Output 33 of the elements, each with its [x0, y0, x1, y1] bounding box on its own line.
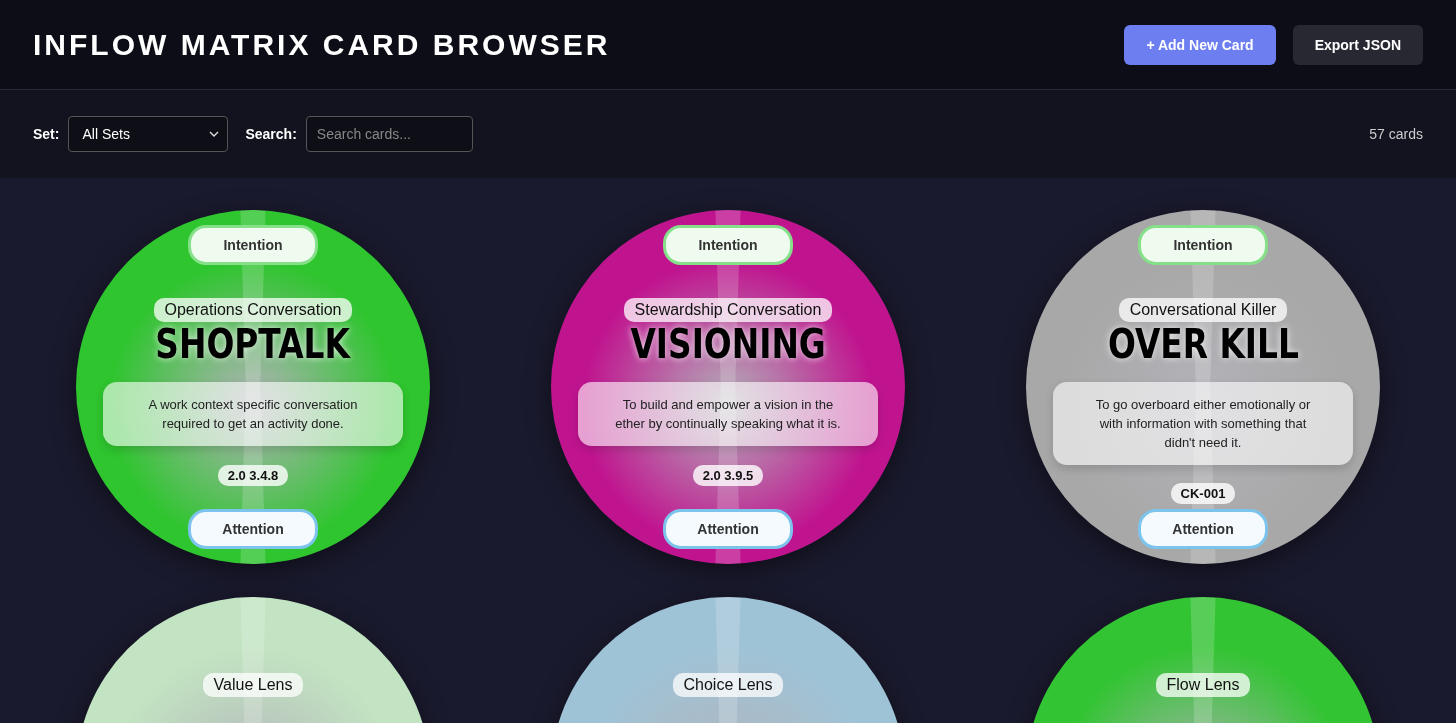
- category-label: Operations Conversation: [153, 298, 353, 322]
- search-field[interactable]: Search cards...: [305, 116, 473, 152]
- card[interactable]: Intention Stewardship Conversation VISIONING To build and empower a vision in the ether by continually speaking what it is. 2.0 3.9.5 Attention: [551, 210, 905, 564]
- app-title: INFLOW MATRIX CARD BROWSER: [33, 27, 611, 62]
- add-card-button[interactable]: + Add New Card: [1124, 24, 1276, 65]
- attention-label: Attention: [1138, 509, 1268, 549]
- attention-label: Attention: [188, 509, 318, 549]
- card-title: SHOPTALK: [155, 324, 351, 364]
- card-description: To go overboard either emotionally or with information with something that didn't need it.: [1053, 382, 1353, 465]
- category-label: Conversational Killer: [1118, 298, 1288, 322]
- category-label: Value Lens: [202, 673, 304, 697]
- intention-label: Intention: [188, 225, 318, 265]
- category-label: Stewardship Conversation: [623, 298, 833, 322]
- set-dropdown[interactable]: All Sets: [68, 116, 229, 152]
- card-code: 2.0 3.9.5: [692, 465, 764, 486]
- set-label: Set:: [33, 126, 60, 142]
- card-code: 2.0 3.4.8: [217, 465, 289, 486]
- chevron-icon: [209, 131, 220, 137]
- card-title: VISIONING: [630, 324, 826, 364]
- card-description: To build and empower a vision in the ether by continually speaking what it is.: [578, 382, 878, 446]
- card-count: 57 cards: [1369, 126, 1423, 142]
- category-label: Choice Lens: [672, 673, 784, 697]
- card-description: A work context specific conversation required to get an activity done.: [103, 382, 403, 446]
- category-label: Flow Lens: [1155, 673, 1251, 697]
- card[interactable]: Intention Conversational Killer OVER KILL To go overboard either emotionally or with information with something that didn't need it. CK-001 Attention: [1026, 210, 1380, 564]
- attention-label: Attention: [663, 509, 793, 549]
- export-button[interactable]: Export JSON: [1292, 24, 1423, 65]
- intention-label: Intention: [1138, 225, 1268, 265]
- card[interactable]: Intention Operations Conversation SHOPTALK A work context specific conversation required to get an activity done. 2.0 3.4.8 Attention: [76, 210, 430, 564]
- search-label: Search:: [245, 126, 297, 142]
- card-title: OVER KILL: [1107, 324, 1299, 364]
- intention-label: Intention: [663, 225, 793, 265]
- card-code: CK-001: [1170, 483, 1236, 504]
